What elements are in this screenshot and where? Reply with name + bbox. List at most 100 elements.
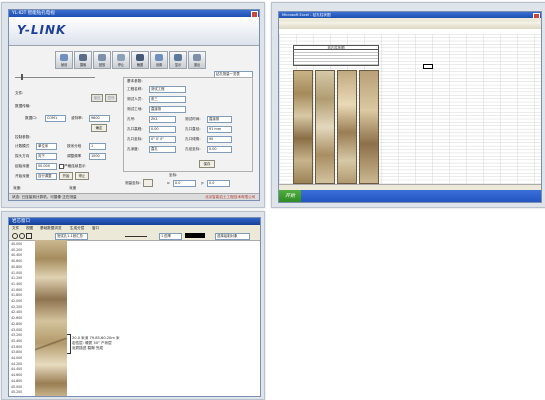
toolbar-button-7[interactable]: 退出 — [188, 51, 206, 69]
transfer-section: 数据传输: — [15, 104, 31, 108]
depth-tick-label: 40.400 — [11, 253, 23, 258]
depth-tick-label: 43.400 — [11, 338, 23, 343]
param-label: 孔口高程: — [127, 127, 143, 131]
freq-field[interactable]: 1000 — [89, 153, 106, 160]
depth-tick-label: 40.200 — [11, 247, 23, 252]
screenshot-panel-3: 岩芯窗口 文件 视图 基础数据浏览 生成分层 窗口 测试孔1-1张汇总 1 倍率 选择绘… — [1, 211, 265, 400]
core-column-3 — [337, 70, 357, 184]
probe-dir-select[interactable]: 向下 — [36, 153, 57, 160]
param-label: 孔径坐标: — [185, 147, 201, 151]
stop-button[interactable]: 停止 — [75, 172, 89, 180]
count-mode-select[interactable]: 单位米 — [36, 143, 57, 150]
toolbar-label: 停止 — [117, 63, 125, 67]
toolbar-icon — [98, 54, 106, 61]
screenshot-panel-1: YL-IDT 智能钻孔电视 Y-LINK 帧设 摄像 回放 停止 截图 设置 显示 退出 钻孔… — [1, 2, 265, 208]
param-field[interactable]: 直接测 — [149, 106, 186, 113]
draw-object-select[interactable]: 选择绘制对象 — [215, 233, 250, 240]
page-select[interactable]: 测试孔1-1张汇总 — [55, 233, 88, 240]
depth-tick-label: 43.800 — [11, 350, 23, 355]
baud-select[interactable]: 9600 — [89, 115, 110, 122]
depth-tick-label: 44.000 — [11, 356, 23, 360]
x-field[interactable]: 0.0 — [173, 180, 196, 187]
scale-select[interactable]: 1 倍率 — [159, 233, 182, 240]
core-image-fracture — [35, 338, 67, 352]
param-field[interactable]: 张三 — [149, 96, 186, 103]
toolbar-icon — [174, 54, 182, 61]
depth-tick-label: 40.000 — [11, 242, 23, 246]
depth-tick-label: 42.800 — [11, 321, 23, 326]
y-field[interactable]: 0.0 — [207, 180, 230, 187]
depth-tick-label: 44.800 — [11, 378, 23, 383]
start-button[interactable]: 开始 — [279, 190, 301, 202]
window-title: YL-IDT 智能钻孔电视 — [12, 11, 55, 16]
toolbar-button-3[interactable]: 停止 — [112, 51, 130, 69]
param-field[interactable]: 0.00 — [149, 126, 176, 133]
begin-depth-label: 开始深度 — [15, 174, 30, 178]
depth-tick-label: 42.200 — [11, 304, 23, 309]
color-swatch[interactable] — [185, 233, 205, 238]
x-label: x: — [167, 181, 171, 185]
toolbar-icon — [79, 54, 87, 61]
freq-label: 调整频率 — [67, 154, 82, 158]
core-column-1 — [293, 70, 313, 184]
depth-tick-label: 44.200 — [11, 361, 23, 366]
depth-tick-label: 42.400 — [11, 310, 23, 315]
save-button[interactable]: 保存 — [199, 160, 215, 168]
baud-label: 波特率: — [71, 116, 83, 120]
param-label: 测试人员: — [127, 97, 143, 101]
param-field[interactable]: 91 mm — [207, 126, 232, 133]
toolbar-button-4[interactable]: 截图 — [131, 51, 149, 69]
depth-tick-label: 41.200 — [11, 276, 23, 281]
toolbar-icon — [193, 54, 201, 61]
toolbar-button-1[interactable]: 摄像 — [74, 51, 92, 69]
param-label: 孔号: — [127, 117, 136, 121]
depth-tick-label: 45.000 — [11, 384, 23, 389]
coord-toggle[interactable] — [143, 179, 153, 187]
toolbar-button-0[interactable]: 帧设 — [55, 51, 73, 69]
status-text: 状态: 已连接到计算机，可摄像·正在测量 — [12, 194, 77, 199]
brand-logo: Y-LINK — [17, 23, 67, 37]
port-select[interactable]: COM1 — [45, 115, 66, 122]
toolbar-label: 截图 — [136, 63, 144, 67]
toolbar-icon — [155, 54, 163, 61]
param-label: 孔口直径: — [185, 127, 201, 131]
depth-tick-label: 43.600 — [11, 344, 23, 349]
zoom-in-icon[interactable] — [12, 233, 18, 239]
start-depth-label: 起始深度 — [15, 164, 30, 168]
start-button[interactable]: 开始 — [59, 172, 73, 180]
depth-tick-label: 42.600 — [11, 316, 23, 321]
param-field[interactable]: ZK1 — [149, 116, 176, 123]
line-style-select[interactable] — [125, 235, 147, 237]
param-field[interactable]: 0° 0' 0" — [149, 136, 176, 143]
param-field[interactable]: 0.00 — [207, 146, 232, 153]
param-field[interactable]: 测试工程 — [149, 86, 186, 93]
progress-slider[interactable] — [15, 77, 95, 78]
toolbar-button-2[interactable]: 回放 — [93, 51, 111, 69]
toolbar-label: 显示 — [174, 63, 182, 67]
windows-taskbar — [279, 190, 541, 202]
param-field[interactable]: 直接测 — [207, 116, 232, 123]
param-field[interactable]: 90 — [207, 136, 232, 143]
param-label: 孔口坐标: — [127, 137, 143, 141]
confirm-button[interactable]: 确定 — [91, 124, 107, 132]
start-depth-field[interactable]: 00.000 — [36, 163, 57, 170]
toolbar-label: 摄像 — [79, 63, 87, 67]
zoom-out-icon[interactable] — [19, 233, 25, 239]
depth-tick-label: 43.000 — [11, 327, 23, 332]
dim-button-b[interactable]: 暂停 — [105, 94, 117, 102]
status-company: 北京智能岩土工程技术有限公司 — [205, 194, 256, 199]
toolbar-icon — [136, 54, 144, 61]
title-bar: YL-IDT 智能钻孔电视 — [9, 10, 259, 18]
begin-depth-select[interactable]: 自行调整 — [36, 173, 57, 180]
slider-thumb[interactable] — [21, 74, 23, 80]
param-field[interactable]: 直孔 — [149, 146, 176, 153]
dim-button-a[interactable]: 播放 — [91, 94, 103, 102]
toolbar-button-5[interactable]: 设置 — [150, 51, 168, 69]
param-label: 测试时间: — [185, 117, 201, 121]
toolbar-button-6[interactable]: 显示 — [169, 51, 187, 69]
segment-select[interactable]: 1 — [89, 143, 106, 150]
depth-tick-label: 41.000 — [11, 270, 23, 275]
toolbar-label: 帧设 — [60, 63, 68, 67]
fit-icon[interactable] — [26, 233, 32, 239]
selected-cell[interactable] — [423, 64, 433, 69]
